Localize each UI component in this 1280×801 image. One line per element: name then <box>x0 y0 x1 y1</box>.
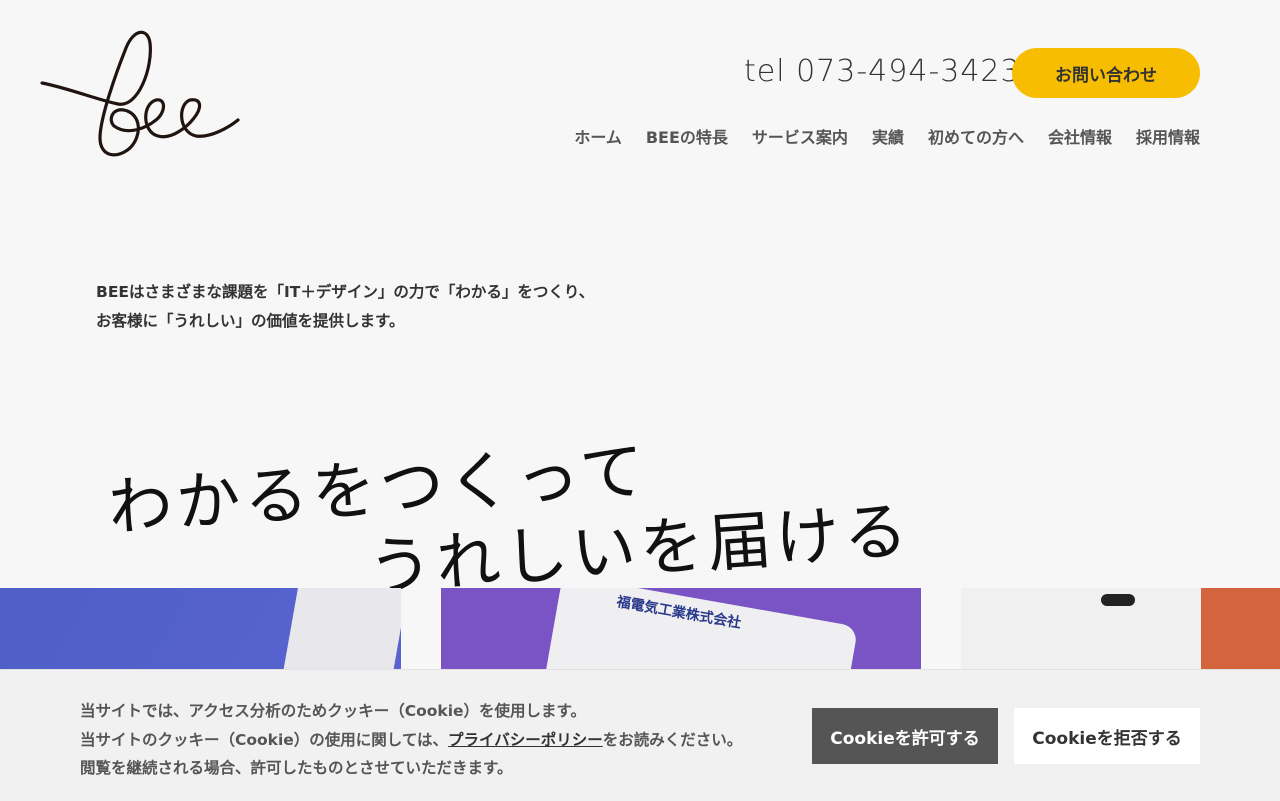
nav-item-works[interactable]: 実績 <box>872 124 904 148</box>
work-card-1[interactable] <box>0 588 401 678</box>
privacy-policy-link[interactable]: プライバシーポリシー <box>448 731 603 749</box>
cookie-accept-button[interactable]: Cookieを許可する <box>812 708 998 764</box>
nav-item-services[interactable]: サービス案内 <box>752 124 848 148</box>
card-3-badge <box>1101 594 1135 606</box>
main-nav: ホーム BEEの特長 サービス案内 実績 初めての方へ 会社情報 採用情報 <box>574 124 1200 148</box>
intro-line-2: お客様に「うれしい」の価値を提供します。 <box>96 312 405 330</box>
cookie-reject-button[interactable]: Cookieを拒否する <box>1014 708 1200 764</box>
cookie-line-3: 閲覧を継続される場合、許可したものとさせていただきます。 <box>80 759 513 777</box>
nav-item-features[interactable]: BEEの特長 <box>646 124 728 148</box>
work-card-3[interactable] <box>961 588 1280 678</box>
cookie-line-2: 当サイトのクッキー（Cookie）の使用に関しては、プライバシーポリシーをお読み… <box>80 726 742 755</box>
card-2-mockup <box>543 588 859 678</box>
contact-button[interactable]: お問い合わせ <box>1012 48 1200 98</box>
card-3-mockup <box>961 588 1201 678</box>
intro-text: BEEはさまざまな課題を「IT＋デザイン」の力で「わかる」をつくり、 お客様に「… <box>96 278 594 336</box>
intro-line-1: BEEはさまざまな課題を「IT＋デザイン」の力で「わかる」をつくり、 <box>96 283 595 301</box>
nav-item-company[interactable]: 会社情報 <box>1048 124 1112 148</box>
nav-item-first-time[interactable]: 初めての方へ <box>928 124 1024 148</box>
phone-number[interactable]: tel 073-494-3423 <box>744 54 1021 89</box>
bee-logo[interactable] <box>38 28 244 166</box>
work-card-2[interactable]: 福電気工業株式会社 <box>441 588 921 678</box>
cookie-line-2-prefix: 当サイトのクッキー（Cookie）の使用に関しては、 <box>80 730 449 749</box>
nav-item-recruit[interactable]: 採用情報 <box>1136 124 1200 148</box>
card-1-mockup <box>282 588 401 678</box>
cookie-banner: 当サイトでは、アクセス分析のためクッキー（Cookie）を使用します。 当サイト… <box>0 669 1280 801</box>
handwritten-tagline: わかるをつくって うれしいを届ける <box>106 434 900 606</box>
cookie-line-2-suffix: をお読みください。 <box>602 730 743 749</box>
cookie-message: 当サイトでは、アクセス分析のためクッキー（Cookie）を使用します。 当サイト… <box>80 697 742 783</box>
cookie-line-1: 当サイトでは、アクセス分析のためクッキー（Cookie）を使用します。 <box>80 702 586 720</box>
nav-item-home[interactable]: ホーム <box>574 124 622 148</box>
